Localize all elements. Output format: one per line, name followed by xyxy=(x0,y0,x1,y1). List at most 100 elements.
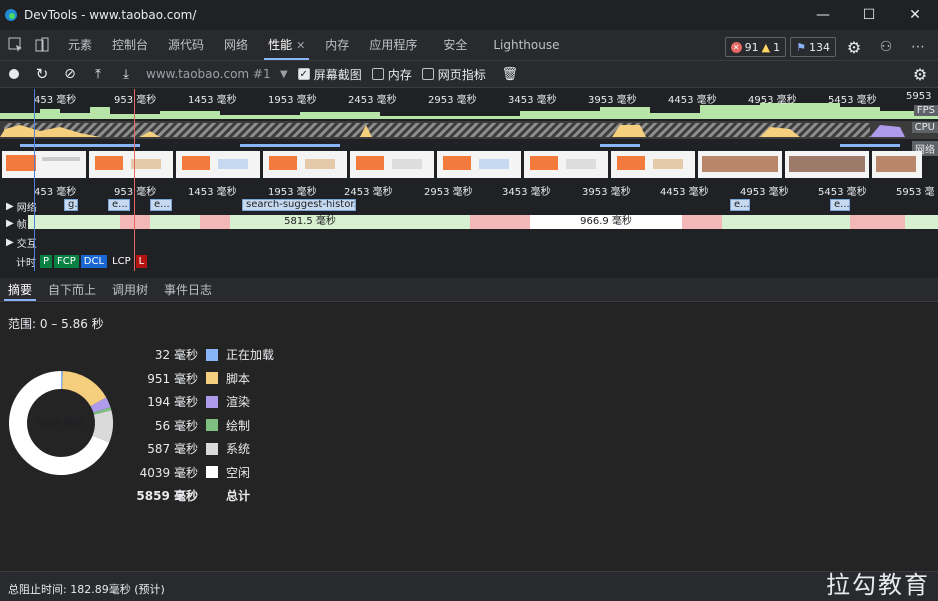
page-screenshot xyxy=(524,151,608,178)
network-request[interactable]: g. xyxy=(64,199,78,211)
errors-warnings-badge[interactable]: ✕ 91 ▲ 1 xyxy=(724,37,787,57)
tab-bottom-up[interactable]: 自下而上 xyxy=(40,278,104,301)
tab-console[interactable]: 控制台 xyxy=(102,30,158,60)
timeline-tick: 3453 毫秒 xyxy=(502,187,551,198)
more-options-icon[interactable]: ⋯ xyxy=(904,34,932,60)
network-request[interactable]: e... xyxy=(108,199,130,211)
overview-tick: 4953 毫秒 xyxy=(748,95,797,106)
details-tabbar: 摘要 自下而上 调用树 事件日志 xyxy=(0,278,938,302)
expand-triangle-icon[interactable]: ▶ xyxy=(6,201,14,212)
legend-row-loading: 32 毫秒 正在加载 xyxy=(154,348,275,363)
error-icon: ✕ xyxy=(730,41,742,53)
timeline-tick: 3953 毫秒 xyxy=(582,187,631,198)
reload-record-icon[interactable]: ↻ xyxy=(28,61,56,87)
page-screenshot xyxy=(698,151,782,178)
close-tab-icon[interactable]: ✕ xyxy=(296,39,305,52)
donut-slice xyxy=(62,371,107,407)
total-blocking-time: 总阻止时间: 182.89毫秒 (预计) xyxy=(8,583,165,596)
page-screenshot xyxy=(89,151,173,178)
capture-settings-gear-icon[interactable]: ⚙ xyxy=(906,61,934,87)
timings-track[interactable]: 计时 P FCP DCL LCP L xyxy=(0,252,148,270)
screenshots-checkbox[interactable]: ✓ 屏幕截图 xyxy=(297,66,362,83)
frames-track[interactable]: ▶ 帧 581.5 毫秒 966.9 毫秒 xyxy=(0,215,938,231)
tab-summary[interactable]: 摘要 xyxy=(0,278,40,301)
timing-marker-lcp[interactable]: LCP xyxy=(109,254,134,268)
trash-icon[interactable]: 🗑 xyxy=(496,61,524,87)
overview-tick: 3453 毫秒 xyxy=(508,95,557,106)
fps-label: FPS xyxy=(913,105,938,116)
network-request[interactable]: e... xyxy=(730,199,750,211)
overview-tick: 5453 毫秒 xyxy=(828,95,877,106)
interactions-track[interactable]: ▶ 交互 xyxy=(0,233,938,250)
record-icon[interactable] xyxy=(0,61,28,87)
inspect-element-icon[interactable] xyxy=(6,35,26,55)
edge-logo-icon xyxy=(5,9,17,21)
tab-security[interactable]: 安全 xyxy=(433,30,477,60)
timeline-tick: 4953 毫秒 xyxy=(740,187,789,198)
message-icon: ⚑ xyxy=(796,40,806,54)
expand-triangle-icon[interactable]: ▶ xyxy=(6,237,14,248)
timeline-tick: 1453 毫秒 xyxy=(188,187,237,198)
settings-gear-icon[interactable]: ⚙ xyxy=(840,34,868,60)
page-screenshot xyxy=(263,151,347,178)
tab-application[interactable]: 应用程序 xyxy=(359,30,427,60)
legend-row-idle: 4039 毫秒 空闲 xyxy=(139,465,251,480)
tab-elements[interactable]: 元素 xyxy=(58,30,102,60)
page-screenshot xyxy=(785,151,869,178)
timeline-tick: 2953 毫秒 xyxy=(424,187,473,198)
timing-marker-l[interactable]: L xyxy=(135,254,148,268)
expand-triangle-icon[interactable]: ▶ xyxy=(6,218,14,229)
overview-tick: 1453 毫秒 xyxy=(188,95,237,106)
minimize-button[interactable]: — xyxy=(800,0,846,30)
maximize-button[interactable]: ☐ xyxy=(846,0,892,30)
page-screenshot xyxy=(350,151,434,178)
web-vitals-checkbox[interactable]: 网页指标 xyxy=(421,66,486,83)
tab-sources[interactable]: 源代码 xyxy=(158,30,214,60)
window-title: DevTools - www.taobao.com/ xyxy=(24,8,197,22)
timing-marker-fcp[interactable]: FCP xyxy=(54,254,79,268)
device-toolbar-icon[interactable] xyxy=(32,35,52,55)
donut-chart: 5859 毫秒 xyxy=(9,371,113,475)
messages-badge[interactable]: ⚑ 134 xyxy=(790,37,836,57)
tab-event-log[interactable]: 事件日志 xyxy=(156,278,220,301)
tab-performance[interactable]: 性能 ✕ xyxy=(258,30,315,60)
tab-call-tree[interactable]: 调用树 xyxy=(104,278,156,301)
overview-tick: 2453 毫秒 xyxy=(348,95,397,106)
tab-lighthouse[interactable]: Lighthouse xyxy=(483,30,569,60)
network-request[interactable]: e... xyxy=(150,199,172,211)
warning-icon: ▲ xyxy=(761,40,771,54)
network-request[interactable]: e... xyxy=(830,199,850,211)
customize-icon[interactable]: ⚇ xyxy=(872,34,900,60)
clear-icon[interactable]: ⊘ xyxy=(56,61,84,87)
profile-select[interactable]: www.taobao.com #1 xyxy=(140,67,280,81)
tab-network[interactable]: 网络 xyxy=(214,30,258,60)
legend-row-scripting: 951 毫秒 脚本 xyxy=(147,371,251,386)
legend-row-system: 587 毫秒 系统 xyxy=(147,442,251,457)
screenshot-filmstrip[interactable] xyxy=(0,151,938,178)
timeline-tick: 953 毫秒 xyxy=(114,187,157,198)
timeline-tick: 1953 毫秒 xyxy=(268,187,317,198)
overview-tick: 4453 毫秒 xyxy=(668,95,717,106)
frame-duration[interactable]: 581.5 毫秒 xyxy=(230,215,390,229)
upload-icon[interactable]: ⤒ xyxy=(84,61,112,87)
status-bar: 总阻止时间: 182.89毫秒 (预计) xyxy=(0,571,938,601)
timing-marker-dcl[interactable]: DCL xyxy=(80,254,108,268)
legend-row-total: 5859 毫秒 总计 xyxy=(136,489,251,504)
timing-marker-p[interactable]: P xyxy=(40,254,53,268)
network-request[interactable]: search-suggest-histor... xyxy=(242,199,356,211)
timeline-overview[interactable]: FPS CPU 网络 453 毫秒 953 毫秒 1453 毫秒 1953 毫秒… xyxy=(0,89,938,272)
download-icon[interactable]: ⤓ xyxy=(112,61,140,87)
network-track[interactable]: ▶ 网络 g. e... e... search-suggest-histor..… xyxy=(0,197,938,214)
memory-checkbox[interactable]: 内存 xyxy=(371,66,412,83)
close-window-button[interactable]: ✕ xyxy=(892,0,938,30)
frame-duration[interactable]: 966.9 毫秒 xyxy=(530,215,682,229)
issue-badges: ✕ 91 ▲ 1 ⚑ 134 ⚙ ⚇ ⋯ xyxy=(724,34,932,60)
range-text: 范围: 0 – 5.86 秒 xyxy=(8,317,104,331)
timeline-tick: 2453 毫秒 xyxy=(344,187,393,198)
performance-toolbar: ↻ ⊘ ⤒ ⤓ www.taobao.com #1 ▼ ✓ 屏幕截图 内存 网页指… xyxy=(0,60,938,88)
page-screenshot xyxy=(176,151,260,178)
chevron-down-icon[interactable]: ▼ xyxy=(280,69,288,80)
tab-memory[interactable]: 内存 xyxy=(315,30,359,60)
timeline-tick: 5453 毫秒 xyxy=(818,187,867,198)
overview-tick: 3953 毫秒 xyxy=(588,95,637,106)
